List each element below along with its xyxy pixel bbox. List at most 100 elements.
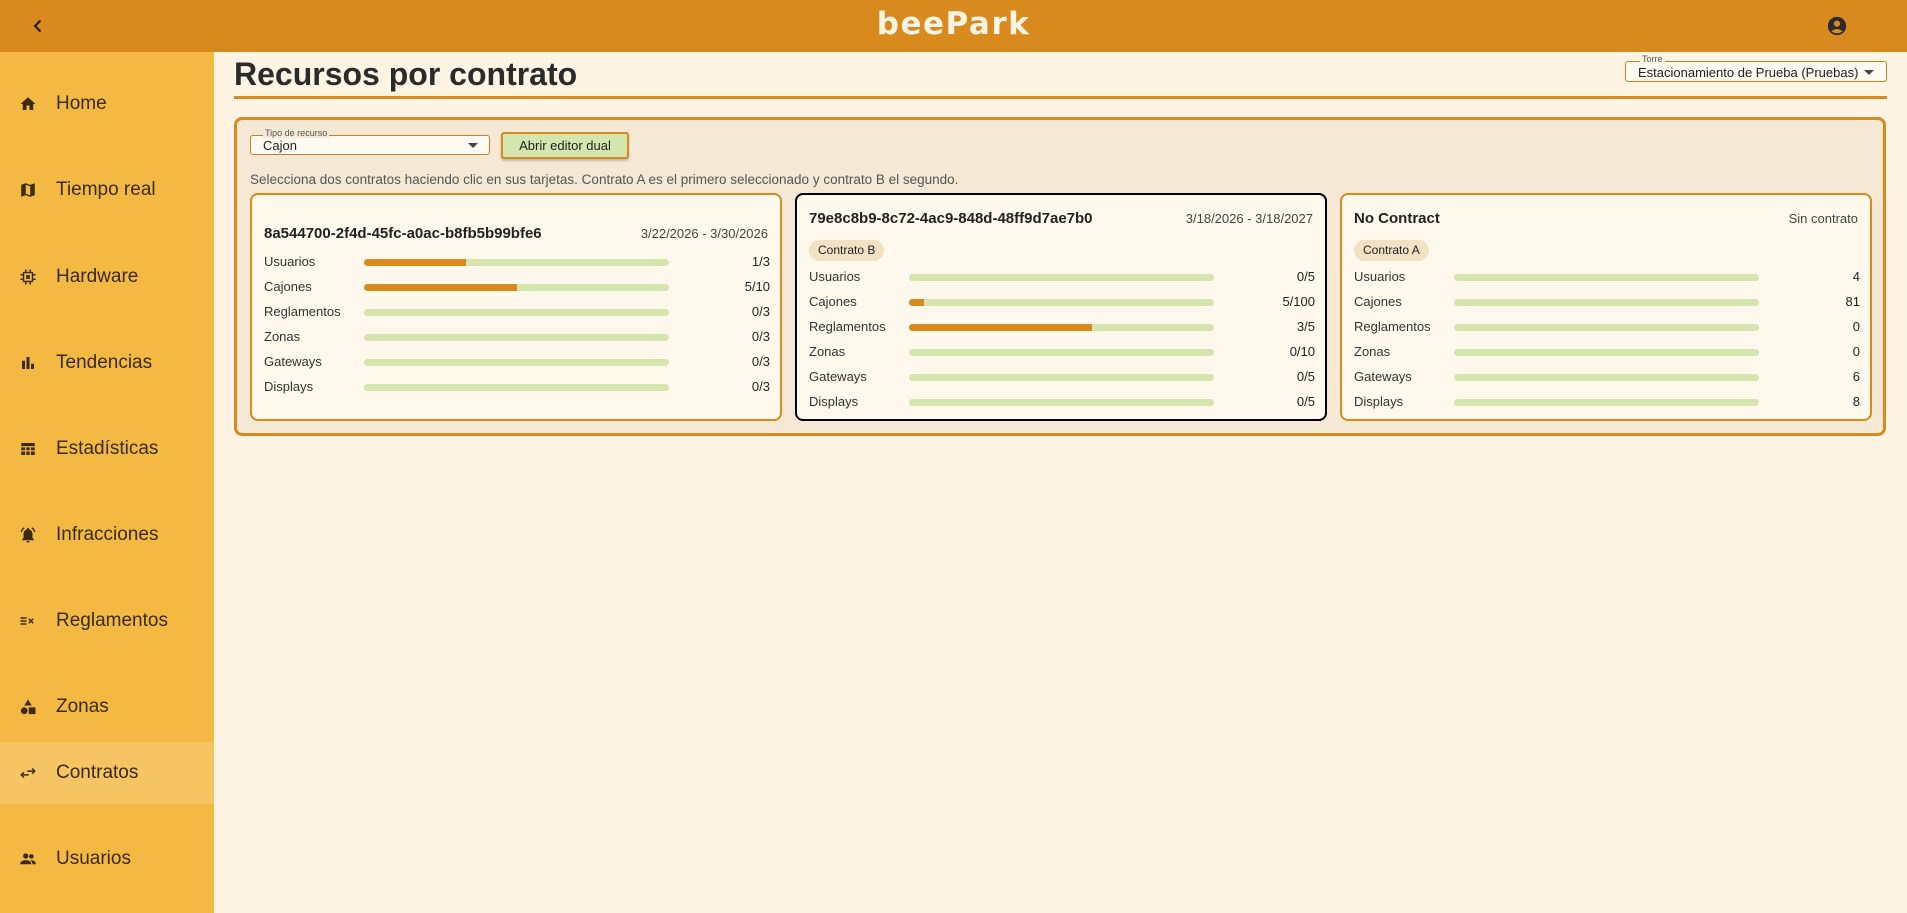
resource-label: Zonas — [809, 344, 846, 359]
sidebar-item-estadisticas[interactable]: Estadísticas — [0, 418, 214, 480]
sidebar-item-zonas[interactable]: Zonas — [0, 676, 214, 738]
usage-bar — [1454, 324, 1759, 331]
sidebar-item-label: Reglamentos — [56, 610, 168, 631]
resource-label: Usuarios — [264, 254, 316, 269]
usage-bar — [909, 324, 1214, 331]
resource-value: 5/100 — [1282, 294, 1315, 309]
resource-value: 4 — [1852, 269, 1860, 284]
resource-value: 1/3 — [751, 254, 770, 269]
usage-bar-fill — [364, 284, 517, 291]
usage-bar — [1454, 349, 1759, 356]
home-icon — [19, 95, 37, 113]
resource-row: Cajones 5/10 — [264, 277, 770, 297]
sidebar-item-label: Tendencias — [56, 352, 153, 373]
sidebar-item-reglamentos[interactable]: Reglamentos — [0, 590, 214, 652]
resource-row: Reglamentos 3/5 — [809, 317, 1315, 337]
contract-dates: 3/22/2026 - 3/30/2026 — [640, 226, 768, 241]
usage-bar — [364, 334, 669, 341]
sidebar-item-label: Hardware — [56, 266, 139, 287]
tipo-recurso-value: Cajon — [263, 138, 297, 153]
swap-icon — [19, 764, 37, 782]
resource-label: Cajones — [264, 279, 312, 294]
resource-row: Usuarios 1/3 — [264, 252, 770, 272]
sidebar-item-label: Infracciones — [56, 524, 159, 545]
resources-panel: Tipo de recurso Cajon Abrir editor dual … — [234, 117, 1886, 436]
resource-label: Displays — [1354, 394, 1404, 409]
resource-value: 0/10 — [1289, 344, 1315, 359]
resource-row: Reglamentos 0/3 — [264, 302, 770, 322]
usage-bar — [1454, 399, 1759, 406]
sidebar-item-usuarios[interactable]: Usuarios — [0, 828, 214, 890]
usage-bar — [364, 359, 669, 366]
resource-label: Gateways — [1354, 369, 1412, 384]
sidebar-item-contratos[interactable]: Contratos — [0, 742, 214, 804]
usage-bar-fill — [909, 324, 1092, 331]
sidebar-item-label: Home — [56, 93, 107, 114]
contract-card-b[interactable]: 79e8c8b9-8c72-4ac9-848d-48ff9d7ae7b0 3/1… — [795, 193, 1327, 421]
resource-value: 6 — [1852, 369, 1860, 384]
usage-bar-fill — [364, 259, 466, 266]
resource-row: Usuarios 0/5 — [809, 267, 1315, 287]
resource-value: 0/5 — [1296, 394, 1315, 409]
contract-title: 79e8c8b9-8c72-4ac9-848d-48ff9d7ae7b0 — [809, 210, 1093, 227]
torre-select[interactable]: Torre Estacionamiento de Prueba (Pruebas… — [1625, 54, 1887, 82]
usage-bar — [364, 284, 669, 291]
resource-row: Zonas 0/10 — [809, 342, 1315, 362]
page-title: Recursos por contrato — [234, 56, 578, 92]
usage-bar — [909, 399, 1214, 406]
resource-label: Zonas — [1354, 344, 1391, 359]
resource-label: Displays — [809, 394, 859, 409]
account-button[interactable] — [1823, 12, 1851, 40]
resource-label: Reglamentos — [1354, 319, 1431, 334]
resource-label: Zonas — [264, 329, 301, 344]
usage-bar — [1454, 274, 1759, 281]
sidebar-item-label: Zonas — [56, 696, 109, 717]
open-dual-editor-button[interactable]: Abrir editor dual — [501, 132, 629, 159]
resource-value: 0/3 — [751, 329, 770, 344]
resource-value: 0/3 — [751, 379, 770, 394]
contract-dates: Sin contrato — [1788, 211, 1858, 226]
resource-row: Displays 0/3 — [264, 377, 770, 397]
caret-down-icon — [468, 143, 478, 148]
resource-label: Usuarios — [809, 269, 861, 284]
top-app-bar: beePark — [0, 0, 1907, 52]
resource-row: Usuarios 4 — [1354, 267, 1860, 287]
sidebar-item-tiempo-real[interactable]: Tiempo real — [0, 159, 214, 221]
table-icon — [19, 440, 37, 458]
contract-card-a[interactable]: No Contract Sin contrato Contrato A Usua… — [1340, 193, 1872, 421]
usage-bar — [909, 299, 1214, 306]
contract-b-badge: Contrato B — [809, 240, 885, 261]
resource-row: Cajones 81 — [1354, 292, 1860, 312]
sidebar-item-hardware[interactable]: Hardware — [0, 246, 214, 308]
resource-label: Reglamentos — [809, 319, 886, 334]
torre-select-value: Estacionamiento de Prueba (Pruebas) — [1638, 65, 1859, 80]
resource-label: Gateways — [264, 354, 322, 369]
sidebar-item-label: Contratos — [56, 762, 139, 783]
resource-value: 0 — [1852, 319, 1860, 334]
resource-row: Gateways 0/5 — [809, 367, 1315, 387]
resource-value: 0/3 — [751, 304, 770, 319]
resource-label: Gateways — [809, 369, 867, 384]
account-circle-icon — [1827, 16, 1847, 36]
tipo-recurso-select[interactable]: Tipo de recurso Cajon — [250, 128, 490, 155]
resource-label: Displays — [264, 379, 314, 394]
resource-value: 0/3 — [751, 354, 770, 369]
contract-card[interactable]: 8a544700-2f4d-45fc-a0ac-b8fb5b99bfe6 3/2… — [250, 193, 782, 421]
contract-title: 8a544700-2f4d-45fc-a0ac-b8fb5b99bfe6 — [264, 225, 542, 242]
resource-row: Gateways 0/3 — [264, 352, 770, 372]
resource-value: 0/5 — [1296, 369, 1315, 384]
resource-label: Usuarios — [1354, 269, 1406, 284]
usage-bar — [364, 309, 669, 316]
shapes-icon — [19, 698, 37, 716]
usage-bar — [364, 259, 669, 266]
title-divider — [234, 96, 1887, 99]
resource-row: Gateways 6 — [1354, 367, 1860, 387]
contract-dates: 3/18/2026 - 3/18/2027 — [1185, 211, 1313, 226]
sidebar-item-tendencias[interactable]: Tendencias — [0, 332, 214, 394]
resource-row: Cajones 5/100 — [809, 292, 1315, 312]
sidebar: Home Tiempo real Hardware Tendencias Est… — [0, 52, 214, 913]
sidebar-item-home[interactable]: Home — [0, 73, 214, 135]
resource-value: 0/5 — [1296, 269, 1315, 284]
sidebar-item-infracciones[interactable]: Infracciones — [0, 504, 214, 566]
resource-value: 5/10 — [744, 279, 770, 294]
